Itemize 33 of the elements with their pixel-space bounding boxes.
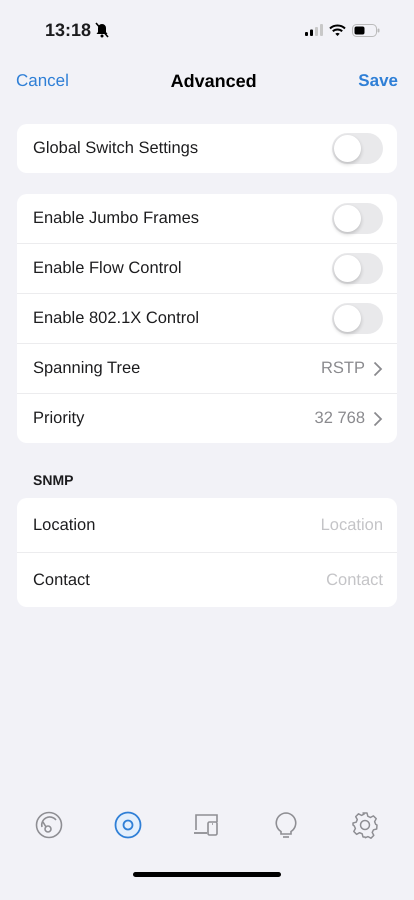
signal-icon [305,24,323,36]
cancel-button[interactable]: Cancel [16,71,69,91]
toggle-switch[interactable] [332,203,383,234]
row-label: Enable Jumbo Frames [33,209,199,228]
status-time: 13:18 [45,20,92,40]
row-label: Enable 802.1X Control [33,309,200,328]
row-label: Spanning Tree [33,359,140,378]
row-label: Priority [33,409,84,428]
row-label: Global Switch Settings [33,139,198,158]
tab-button[interactable] [113,810,144,840]
target-icon [113,810,144,840]
bell-muted-icon [94,22,110,38]
row-label: Location [33,516,96,534]
tab-button[interactable] [350,810,380,840]
toggle-switch[interactable] [332,303,383,334]
section-header: SNMP [32,471,74,490]
row-value[interactable]: RSTP [320,359,365,378]
settings-icon [350,810,380,840]
page-title: Advanced [170,70,257,92]
toggle-switch[interactable] [332,253,383,284]
gauge-icon [34,810,64,840]
chevron-right-icon [373,410,383,426]
row-label: Contact [33,570,90,590]
tab-button[interactable] [34,810,64,840]
save-button[interactable]: Save [358,71,398,91]
row-label: Enable Flow Control [33,259,182,278]
row-value[interactable]: 32 768 [314,409,365,428]
battery-icon [352,24,380,36]
text-field[interactable]: Location [233,516,383,534]
text-field[interactable]: Contact [233,570,383,590]
wifi-icon [329,24,346,36]
toggle-switch[interactable] [332,133,383,164]
chevron-right-icon [373,360,383,376]
